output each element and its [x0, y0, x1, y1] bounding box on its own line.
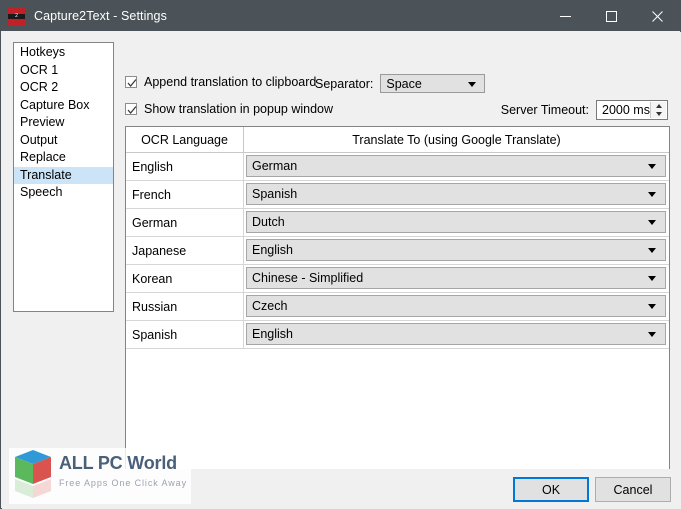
server-timeout-value: 2000 ms [602, 103, 650, 117]
translate-to-value: German [252, 159, 298, 173]
triangle-up-icon [655, 104, 662, 108]
chevron-down-icon [648, 276, 656, 281]
separator-value: Space [386, 76, 422, 91]
append-to-clipboard-label: Append translation to clipboard [144, 75, 317, 89]
show-in-popup-checkbox[interactable] [125, 103, 137, 115]
server-timeout-input[interactable]: 2000 ms [596, 100, 668, 120]
sidebar-item-hotkeys[interactable]: Hotkeys [14, 44, 113, 62]
append-to-clipboard-row[interactable]: Append translation to clipboard [125, 75, 316, 89]
translate-to-dropdown[interactable]: Czech [246, 295, 666, 317]
translate-to-dropdown[interactable]: English [246, 323, 666, 345]
cell-translate-to: German [244, 153, 669, 180]
cell-translate-to: Czech [244, 293, 669, 320]
cell-ocr-language: French [126, 181, 244, 208]
translate-to-dropdown[interactable]: English [246, 239, 666, 261]
table-row: Spanish English [126, 321, 669, 349]
maximize-icon [605, 10, 617, 22]
capture2text-app-icon: 2 [8, 7, 25, 25]
close-button[interactable] [634, 1, 680, 31]
sidebar-item-preview[interactable]: Preview [14, 114, 113, 132]
translate-to-value: Czech [252, 299, 288, 313]
table-row: Russian Czech [126, 293, 669, 321]
translate-to-dropdown[interactable]: German [246, 155, 666, 177]
separator-label: Separator: [315, 76, 374, 91]
translate-to-value: Dutch [252, 215, 285, 229]
chevron-down-icon [648, 332, 656, 337]
title-bar: 2 Capture2Text - Settings [1, 1, 680, 31]
table-header-row: OCR Language Translate To (using Google … [126, 127, 669, 153]
dialog-footer: OK Cancel [2, 469, 681, 509]
append-to-clipboard-checkbox[interactable] [125, 76, 137, 88]
cell-ocr-language: German [126, 209, 244, 236]
sidebar-item-output[interactable]: Output [14, 132, 113, 150]
sidebar-item-speech[interactable]: Speech [14, 184, 113, 202]
dialog-body: Hotkeys OCR 1 OCR 2 Capture Box Preview … [2, 32, 681, 509]
triangle-down-icon [655, 112, 662, 116]
show-in-popup-row[interactable]: Show translation in popup window [125, 102, 333, 116]
minimize-icon [559, 15, 571, 17]
translate-to-value: Spanish [252, 187, 298, 201]
translate-to-dropdown[interactable]: Dutch [246, 211, 666, 233]
checkmark-icon [127, 79, 137, 88]
table-row: Korean Chinese - Simplified [126, 265, 669, 293]
translate-table: OCR Language Translate To (using Google … [125, 126, 670, 498]
chevron-down-icon [648, 164, 656, 169]
maximize-button[interactable] [588, 1, 634, 31]
cell-ocr-language: Russian [126, 293, 244, 320]
translate-to-value: English [252, 243, 293, 257]
sidebar-item-capture-box[interactable]: Capture Box [14, 97, 113, 115]
show-in-popup-label: Show translation in popup window [144, 102, 334, 116]
column-header-ocr-language: OCR Language [126, 127, 244, 152]
cell-ocr-language: Korean [126, 265, 244, 292]
table-row: German Dutch [126, 209, 669, 237]
chevron-down-icon [648, 192, 656, 197]
checkmark-icon [127, 106, 137, 115]
translate-to-dropdown[interactable]: Chinese - Simplified [246, 267, 666, 289]
cell-translate-to: Spanish [244, 181, 669, 208]
settings-category-list[interactable]: Hotkeys OCR 1 OCR 2 Capture Box Preview … [13, 42, 114, 312]
sidebar-item-ocr-1[interactable]: OCR 1 [14, 62, 113, 80]
stepper-up-button[interactable] [651, 102, 666, 110]
cell-translate-to: English [244, 321, 669, 348]
minimize-button[interactable] [542, 1, 588, 31]
translate-to-value: Chinese - Simplified [252, 271, 364, 285]
window-controls [542, 1, 680, 31]
server-timeout-group: Server Timeout: 2000 ms [501, 100, 668, 120]
sidebar-item-translate[interactable]: Translate [14, 166, 113, 184]
cell-translate-to: Dutch [244, 209, 669, 236]
window-title: Capture2Text - Settings [34, 9, 167, 23]
cell-ocr-language: Japanese [126, 237, 244, 264]
sidebar-item-replace[interactable]: Replace [14, 149, 113, 167]
stepper-down-button[interactable] [651, 110, 666, 118]
table-row: Japanese English [126, 237, 669, 265]
chevron-down-icon [648, 220, 656, 225]
sidebar-item-ocr-2[interactable]: OCR 2 [14, 79, 113, 97]
close-icon [651, 10, 663, 22]
cell-translate-to: English [244, 237, 669, 264]
server-timeout-stepper[interactable] [650, 102, 666, 118]
cell-translate-to: Chinese - Simplified [244, 265, 669, 292]
separator-dropdown[interactable]: Space [380, 74, 486, 93]
translate-to-dropdown[interactable]: Spanish [246, 183, 666, 205]
cancel-button[interactable]: Cancel [595, 477, 671, 502]
app-icon-bottom-band [8, 18, 25, 25]
cell-ocr-language: English [126, 153, 244, 180]
chevron-down-icon [648, 304, 656, 309]
separator-group: Separator: Space [315, 74, 486, 93]
translate-to-value: English [252, 327, 293, 341]
chevron-down-icon [648, 248, 656, 253]
settings-window: 2 Capture2Text - Settings Hotkeys OCR 1 … [0, 0, 681, 509]
cell-ocr-language: Spanish [126, 321, 244, 348]
table-row: French Spanish [126, 181, 669, 209]
ok-button[interactable]: OK [513, 477, 589, 502]
server-timeout-label: Server Timeout: [500, 103, 589, 117]
chevron-down-icon [468, 81, 477, 87]
table-row: English German [126, 153, 669, 181]
column-header-translate-to: Translate To (using Google Translate) [352, 132, 561, 147]
